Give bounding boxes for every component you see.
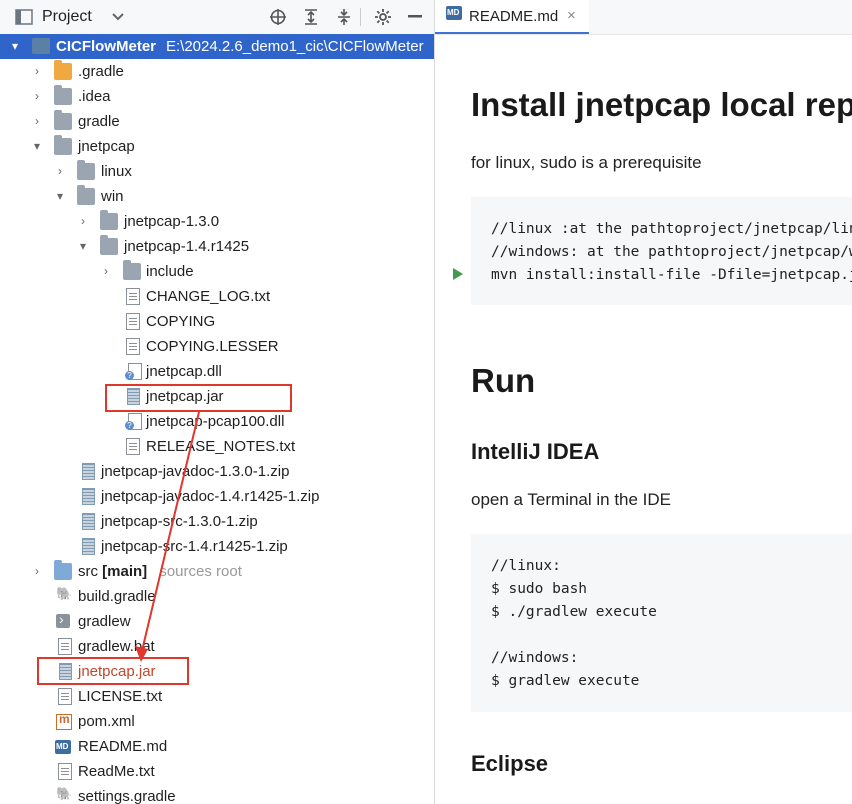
- code-block-install: //linux :at the pathtoproject/jnetpcap/l…: [471, 197, 852, 305]
- project-tool-window: Project ▾ CICFlowMeter E:\2024.2.6_demo1…: [0, 0, 435, 804]
- code-line: //windows:: [491, 650, 579, 666]
- heading-install: Install jnetpcap local repo: [471, 86, 852, 123]
- markdown-preview: Install jnetpcap local repo for linux, s…: [435, 34, 852, 804]
- code-line: mvn install:install-file -Dfile=jnetpcap…: [491, 267, 852, 283]
- tab-label: README.md: [469, 8, 559, 25]
- tab-readme[interactable]: README.md ×: [435, 0, 589, 34]
- paragraph-terminal: open a Terminal in the IDE: [471, 490, 672, 509]
- paragraph-linux-sudo: for linux, sudo is a prerequisite: [471, 153, 702, 172]
- annotation-arrow: [135, 411, 200, 662]
- editor-tab-bar: README.md ×: [435, 0, 852, 35]
- code-line: //linux:: [491, 558, 561, 574]
- code-line: //windows: at the pathtoproject/jnetpcap…: [491, 244, 852, 260]
- close-icon[interactable]: ×: [567, 7, 576, 24]
- editor-area: README.md × Install jnetpcap local repo …: [435, 0, 852, 804]
- code-line: //linux :at the pathtoproject/jnetpcap/l…: [491, 221, 852, 237]
- code-line: $ sudo bash: [491, 581, 588, 597]
- heading-intellij: IntelliJ IDEA: [471, 439, 600, 464]
- run-icon[interactable]: [453, 268, 463, 280]
- heading-run: Run: [471, 362, 536, 399]
- markdown-file-icon: [446, 6, 462, 20]
- code-line: $ gradlew execute: [491, 673, 640, 689]
- heading-eclipse: Eclipse: [471, 751, 549, 776]
- code-block-run: //linux: $ sudo bash $ ./gradlew execute…: [471, 534, 852, 712]
- code-line: $ ./gradlew execute: [491, 604, 657, 620]
